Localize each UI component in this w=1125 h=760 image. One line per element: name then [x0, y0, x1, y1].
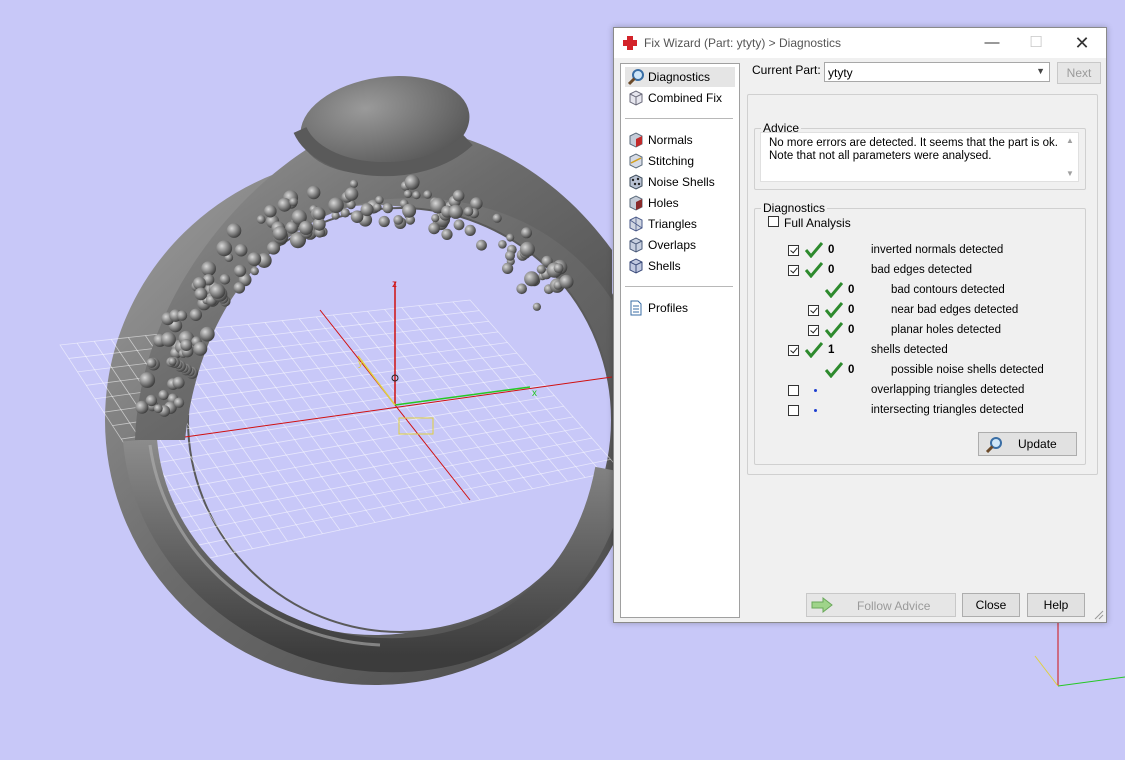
diagnostic-label: possible noise shells detected [891, 364, 1044, 376]
nav-item-normals[interactable]: Normals [625, 130, 735, 150]
cube-icon [629, 90, 643, 106]
overlaps-cube-icon [629, 237, 643, 253]
ring-model [59, 76, 645, 685]
diagnostic-checkbox[interactable] [788, 265, 799, 276]
diagnostic-label: overlapping triangles detected [871, 384, 1025, 396]
diagnostic-count: 0 [828, 264, 835, 276]
title-bar[interactable]: Fix Wizard (Part: ytyty) > Diagnostics —… [614, 28, 1106, 58]
follow-advice-button[interactable]: Follow Advice [806, 593, 956, 617]
fix-wizard-dialog: Fix Wizard (Part: ytyty) > Diagnostics —… [613, 27, 1107, 623]
diagnostic-label: bad contours detected [891, 284, 1005, 296]
diagnostics-title: Diagnostics [761, 201, 828, 215]
nav-item-overlaps[interactable]: Overlaps [625, 235, 735, 255]
current-part-select[interactable]: ytyty ▼ [824, 62, 1050, 82]
noise-shells-icon [629, 174, 643, 190]
resize-grip-icon[interactable] [1092, 608, 1104, 620]
triangles-cube-icon [629, 216, 643, 232]
diagnostic-checkbox[interactable] [788, 345, 799, 356]
next-button[interactable]: Next [1057, 62, 1101, 84]
check-ok-icon [805, 242, 823, 258]
advice-textbox[interactable]: No more errors are detected. It seems th… [760, 132, 1079, 182]
current-part-label: Current Part: [752, 63, 821, 77]
diagnostic-label: intersecting triangles detected [871, 404, 1024, 416]
chevron-down-icon: ▼ [1036, 66, 1045, 76]
check-ok-icon [825, 282, 843, 298]
diagnostic-checkbox[interactable] [808, 325, 819, 336]
axis-label-x: x [532, 388, 537, 399]
nav-item-profiles[interactable]: Profiles [625, 298, 735, 318]
diagnostic-checkbox[interactable] [788, 405, 799, 416]
diagnostic-label: inverted normals detected [871, 244, 1004, 256]
advice-line-2: Note that not all parameters were analys… [769, 150, 992, 162]
red-cross-icon [623, 36, 637, 50]
diagnostic-label: planar holes detected [891, 324, 1001, 336]
follow-advice-label: Follow Advice [857, 599, 931, 613]
check-ok-icon [805, 262, 823, 278]
not-analysed-dot-icon [814, 389, 817, 392]
shells-cube-icon [629, 258, 643, 274]
close-button[interactable]: Close [962, 593, 1020, 617]
help-button[interactable]: Help [1027, 593, 1085, 617]
magnifier-icon [985, 437, 1002, 454]
nav-item-combined-fix[interactable]: Combined Fix [625, 88, 735, 108]
update-button[interactable]: Update [978, 432, 1077, 456]
right-arrow-icon [811, 597, 833, 613]
diagnostic-count: 0 [848, 284, 855, 296]
diagnostic-count: 1 [828, 344, 835, 356]
check-ok-icon [825, 322, 843, 338]
close-window-button[interactable]: ✕ [1060, 30, 1104, 56]
not-analysed-dot-icon [814, 409, 817, 412]
nav-separator [625, 118, 733, 119]
nav-item-holes[interactable]: Holes [625, 193, 735, 213]
nav-item-triangles[interactable]: Triangles [625, 214, 735, 234]
full-analysis-checkbox[interactable] [768, 216, 779, 227]
axis-label-z: z [392, 279, 397, 290]
advice-scrollbar[interactable]: ▲ ▼ [1062, 133, 1078, 181]
minimize-button[interactable]: — [970, 30, 1014, 56]
diagnostic-checkbox[interactable] [788, 245, 799, 256]
nav-item-noise-shells[interactable]: Noise Shells [625, 172, 735, 192]
diagnostic-count: 0 [848, 364, 855, 376]
scroll-down-icon[interactable]: ▼ [1066, 169, 1074, 178]
stitching-cube-icon [629, 153, 643, 169]
maximize-button[interactable]: ☐ [1014, 30, 1058, 56]
nav-separator [625, 286, 733, 287]
diagnostic-label: bad edges detected [871, 264, 973, 276]
check-ok-icon [825, 302, 843, 318]
diagnostic-count: 0 [828, 244, 835, 256]
check-ok-icon [825, 362, 843, 378]
diagnostic-checkbox[interactable] [808, 305, 819, 316]
update-label: Update [1018, 437, 1057, 451]
window-title: Fix Wizard (Part: ytyty) > Diagnostics [644, 36, 842, 50]
check-ok-icon [805, 342, 823, 358]
magnifier-icon [627, 69, 644, 86]
corner-axis-triad [1034, 622, 1125, 687]
nav-item-stitching[interactable]: Stitching [625, 151, 735, 171]
diagnostic-count: 0 [848, 304, 855, 316]
advice-line-1: No more errors are detected. It seems th… [769, 137, 1058, 149]
diagnostic-checkbox[interactable] [788, 385, 799, 396]
holes-cube-icon [629, 195, 643, 211]
document-icon [630, 300, 642, 316]
wizard-nav: Diagnostics Combined Fix Normals Stitchi… [620, 63, 740, 618]
normals-cube-icon [629, 132, 643, 148]
full-analysis-label: Full Analysis [784, 216, 851, 230]
scroll-up-icon[interactable]: ▲ [1066, 136, 1074, 145]
axis-label-y: y [358, 358, 363, 369]
diagnostic-label: near bad edges detected [891, 304, 1019, 316]
nav-item-shells[interactable]: Shells [625, 256, 735, 276]
diagnostic-label: shells detected [871, 344, 948, 356]
nav-item-diagnostics[interactable]: Diagnostics [625, 67, 735, 87]
diagnostic-count: 0 [848, 324, 855, 336]
